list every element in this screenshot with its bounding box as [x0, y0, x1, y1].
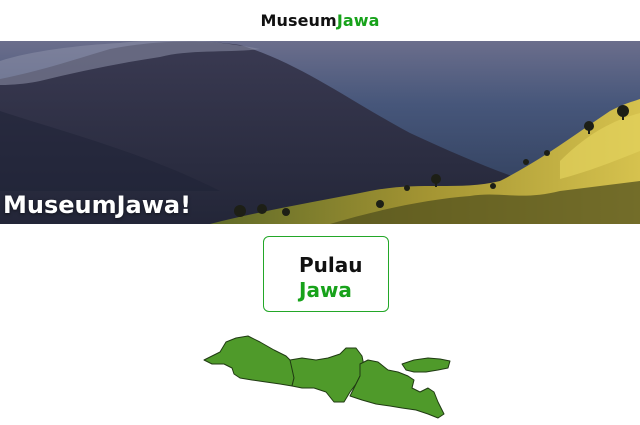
hero-banner: MuseumJawa! [0, 41, 640, 224]
hero-title: MuseumJawa! [3, 191, 192, 219]
brand-logo[interactable]: MuseumJawa [260, 11, 379, 30]
map-region-madura [401, 357, 451, 373]
brand-name-part1: Museum [260, 11, 337, 30]
island-card-name: Jawa [299, 278, 352, 302]
brand-name-part2: Jawa [336, 11, 380, 30]
java-map [203, 335, 451, 419]
island-card[interactable]: Pulau Jawa [263, 236, 389, 312]
island-card-label: Pulau [299, 253, 363, 277]
map-region-west-java [203, 335, 295, 387]
site-header: MuseumJawa [0, 0, 640, 41]
